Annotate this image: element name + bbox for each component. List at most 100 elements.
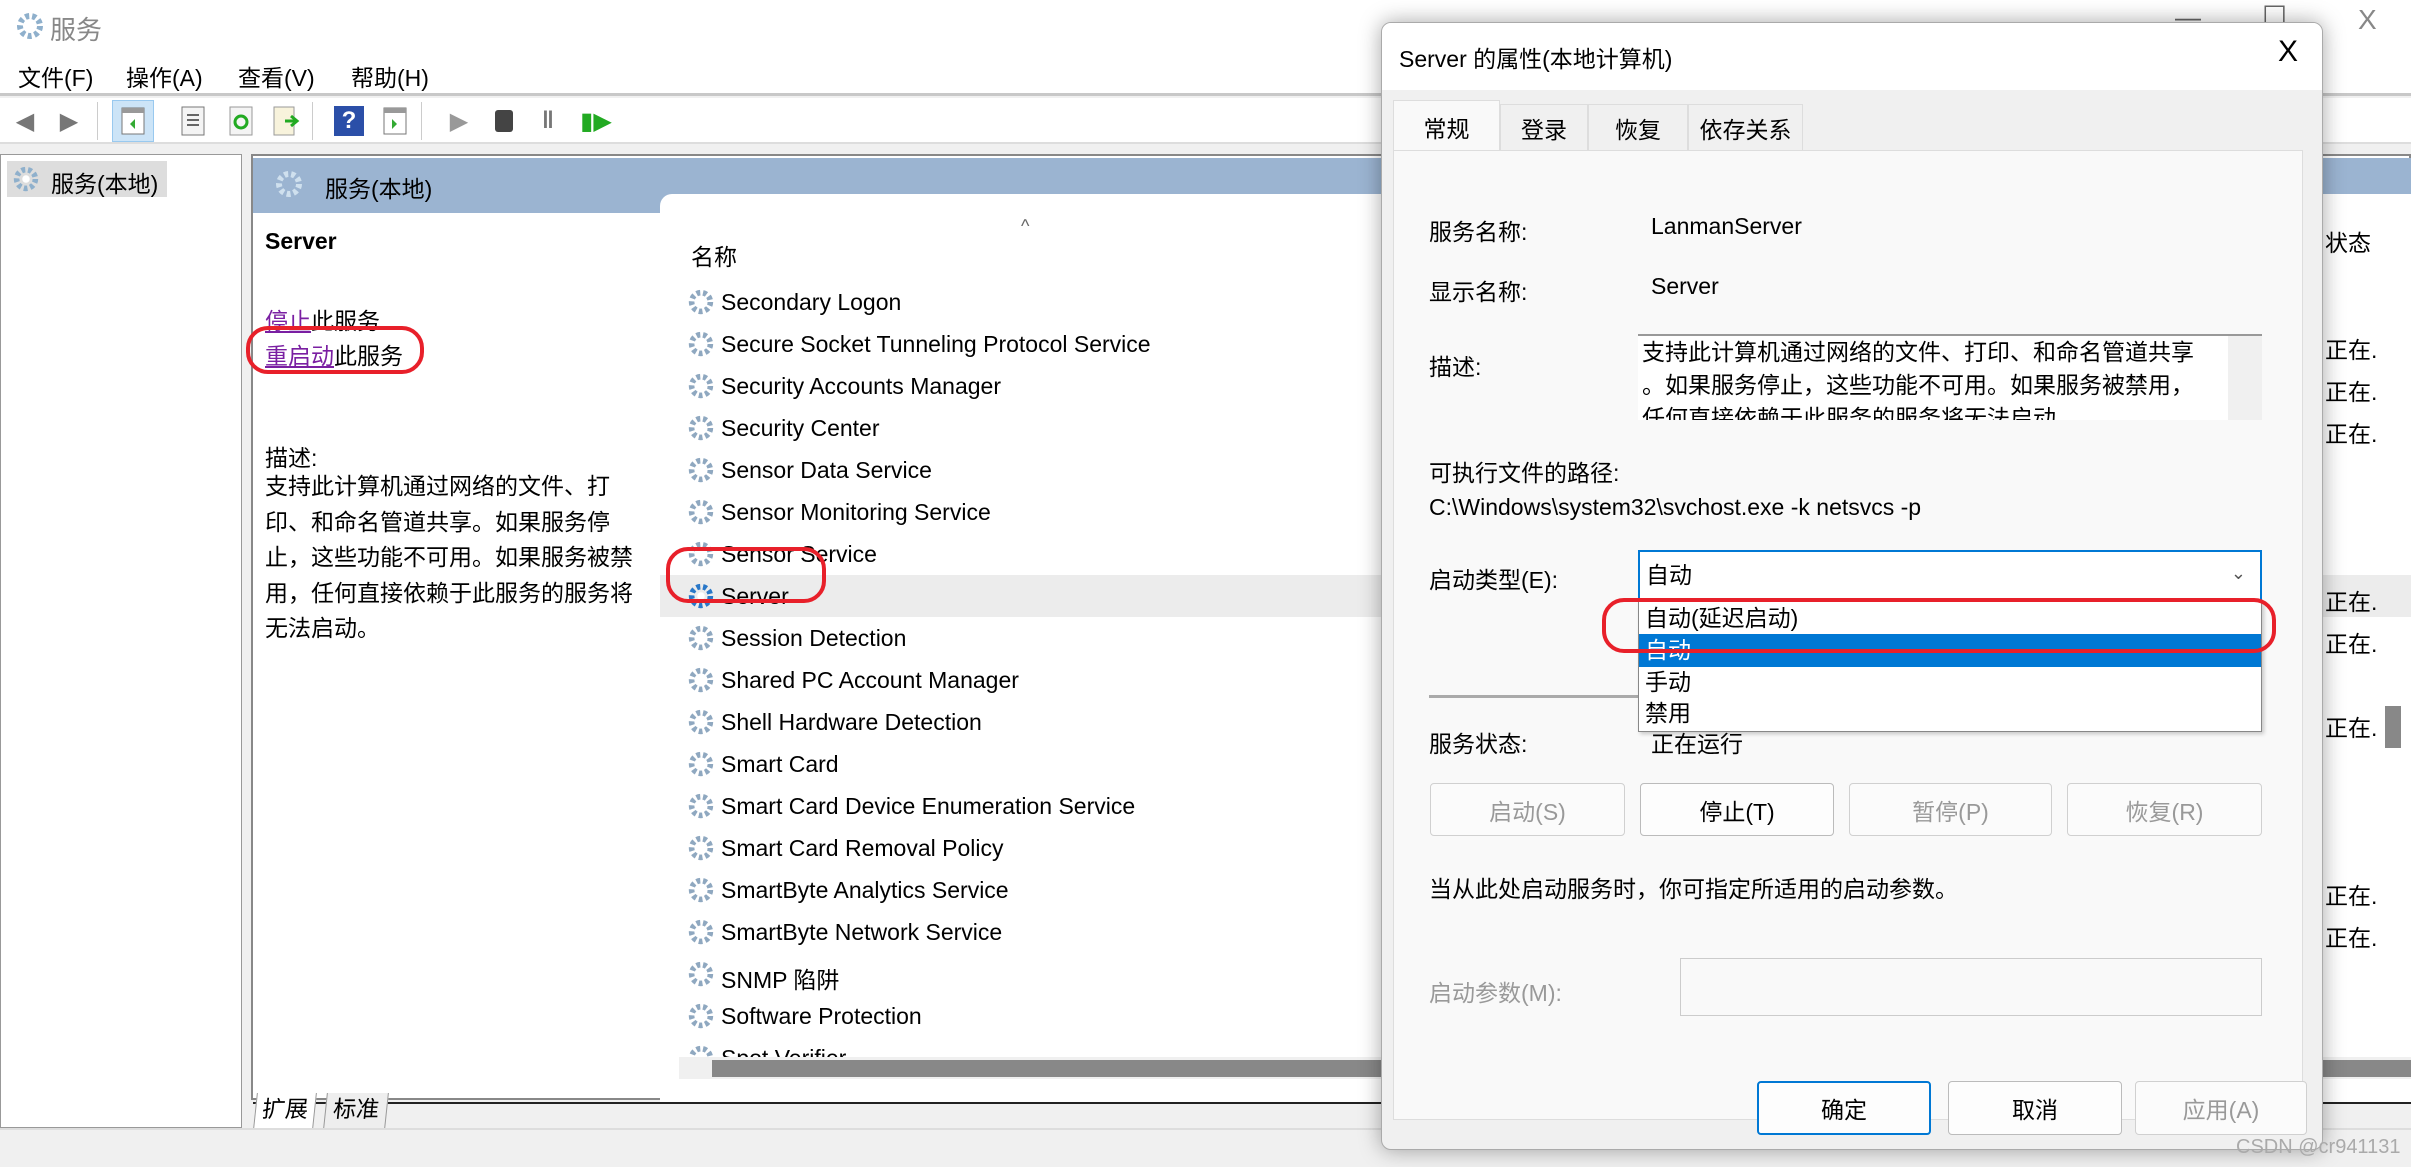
toolbar-separator	[421, 102, 422, 140]
startup-type-select[interactable]: 自动 ⌄	[1638, 550, 2262, 601]
service-name: Smart Card Device Enumeration Service	[721, 793, 1136, 819]
service-name: Secure Socket Tunneling Protocol Service	[721, 331, 1151, 357]
startup-params-label: 启动参数(M):	[1429, 980, 1562, 1006]
toolbar-separator	[97, 102, 98, 140]
gear-icon	[688, 961, 714, 987]
dialog-close-button[interactable]: X	[2278, 35, 2298, 69]
services-gear-icon	[17, 13, 43, 39]
annotation-server-row	[666, 547, 826, 603]
start-service-icon[interactable]: ▶	[444, 106, 474, 136]
service-name: Sensor Monitoring Service	[721, 499, 991, 525]
gear-icon	[688, 415, 714, 441]
properties-icon[interactable]	[178, 106, 208, 136]
gear-icon	[688, 457, 714, 483]
description-text: 支持此计算机通过网络的文件、打 印、和命名管道共享。如果服务停 止，这些功能不可…	[265, 469, 633, 647]
column-header-name[interactable]: 名称	[691, 238, 737, 272]
stop-service-icon[interactable]	[489, 106, 519, 136]
description-box[interactable]: 支持此计算机通过网络的文件、打印、和命名管道共享 。如果服务停止，这些功能不可用…	[1638, 334, 2262, 420]
gear-icon	[688, 1003, 714, 1029]
description-label: 描述:	[265, 445, 318, 471]
service-name: Smart Card Removal Policy	[721, 835, 1004, 861]
tab-dependencies[interactable]: 依存关系	[1688, 104, 1803, 151]
export-list-icon[interactable]	[272, 106, 302, 136]
service-name: Session Detection	[721, 625, 907, 651]
description-line: 止，这些功能不可用。如果服务被禁	[265, 544, 633, 570]
service-name-value: LanmanServer	[1651, 213, 1802, 239]
description-line: 支持此计算机通过网络的文件、打	[265, 473, 610, 499]
menu-file[interactable]: 文件(F)	[18, 59, 93, 93]
description-line: 用，任何直接依赖于此服务的服务将	[265, 579, 633, 606]
button-label: 恢复(R)	[2125, 798, 2204, 825]
tab-general[interactable]: 常规	[1393, 100, 1500, 152]
startup-type-value: 自动	[1646, 562, 1692, 588]
help-icon[interactable]: ?	[334, 106, 364, 136]
description-line: 无法启动。	[265, 615, 380, 641]
tab-standard[interactable]: 标准	[323, 1093, 389, 1129]
tab-logon[interactable]: 登录	[1500, 104, 1588, 151]
ok-button[interactable]: 确定	[1757, 1081, 1931, 1135]
window-title: 服务	[50, 15, 103, 45]
service-status-label: 服务状态:	[1429, 731, 1528, 757]
tab-label: 依存关系	[1699, 117, 1792, 143]
service-status: 正在.	[2325, 631, 2378, 657]
startup-params-hint: 当从此处启动服务时，你可指定所适用的启动参数。	[1429, 876, 1958, 902]
chevron-down-icon: ⌄	[2230, 563, 2246, 583]
tree-item-services-local[interactable]: 服务(本地)	[7, 161, 167, 197]
gear-icon	[688, 373, 714, 399]
service-name: Security Center	[721, 415, 880, 441]
option-disabled[interactable]: 禁用	[1639, 697, 2261, 730]
startup-params-input[interactable]	[1680, 958, 2262, 1016]
gear-icon	[688, 709, 714, 735]
tab-extended[interactable]: 扩展	[253, 1093, 317, 1129]
back-icon[interactable]: ◀	[10, 106, 40, 136]
refresh-icon[interactable]	[226, 106, 256, 136]
column-header-status[interactable]: 状态	[2325, 224, 2371, 258]
gear-icon	[688, 331, 714, 357]
service-name: SmartByte Analytics Service	[721, 877, 1009, 903]
menu-view[interactable]: 查看(V)	[238, 59, 315, 93]
stop-button[interactable]: 停止(T)	[1640, 783, 1834, 836]
gear-icon	[688, 877, 714, 903]
menu-help[interactable]: 帮助(H)	[351, 59, 429, 93]
service-status: 正在.	[2325, 337, 2378, 363]
gear-icon	[688, 667, 714, 693]
show-action-pane-icon[interactable]	[380, 106, 410, 136]
service-status: 正在.	[2325, 589, 2378, 615]
description-line: 印、和命名管道共享。如果服务停	[265, 508, 610, 535]
path-value: C:\Windows\system32\svchost.exe -k netsv…	[1429, 494, 1922, 520]
service-status: 正在.	[2325, 379, 2378, 405]
forward-icon[interactable]: ▶	[54, 106, 84, 136]
service-name: SNMP 陷阱	[721, 967, 840, 993]
start-button[interactable]: 启动(S)	[1430, 783, 1625, 836]
description-line: 支持此计算机通过网络的文件、打印、和命名管道共享	[1642, 339, 2194, 365]
gear-icon	[688, 751, 714, 777]
annotation-restart-link	[246, 326, 424, 374]
tab-recovery[interactable]: 恢复	[1588, 104, 1688, 151]
service-name: Secondary Logon	[721, 289, 902, 315]
tab-label: 登录	[1521, 117, 1567, 143]
button-label: 启动(S)	[1489, 798, 1566, 825]
service-name: Software Protection	[721, 1003, 922, 1029]
service-name: Shell Hardware Detection	[721, 709, 982, 735]
resume-button[interactable]: 恢复(R)	[2067, 783, 2262, 836]
service-name: Smart Card	[721, 751, 839, 777]
cancel-button[interactable]: 取消	[1948, 1081, 2122, 1135]
pause-service-icon[interactable]: ‖	[533, 106, 563, 136]
vertical-scrollbar-thumb[interactable]	[2385, 706, 2401, 748]
option-manual[interactable]: 手动	[1639, 666, 2261, 699]
apply-button[interactable]: 应用(A)	[2135, 1081, 2307, 1135]
tab-label: 常规	[1423, 115, 1470, 142]
watermark: CSDN @cr941131	[2236, 1136, 2401, 1158]
close-button[interactable]: X	[2358, 4, 2377, 36]
tree-item-label: 服务(本地)	[51, 171, 159, 197]
show-hide-console-tree-icon[interactable]	[112, 100, 154, 142]
resume-service-icon[interactable]: ▮▶	[580, 106, 612, 136]
description-scrollbar[interactable]	[2228, 336, 2262, 420]
tab-label: 扩展	[260, 1096, 310, 1122]
menu-action[interactable]: 操作(A)	[126, 59, 203, 93]
description-label: 描述:	[1429, 354, 1482, 380]
service-status: 正在.	[2325, 883, 2378, 909]
service-status: 正在.	[2325, 715, 2378, 741]
pause-button[interactable]: 暂停(P)	[1849, 783, 2052, 836]
button-label: 确定	[1821, 1097, 1867, 1123]
